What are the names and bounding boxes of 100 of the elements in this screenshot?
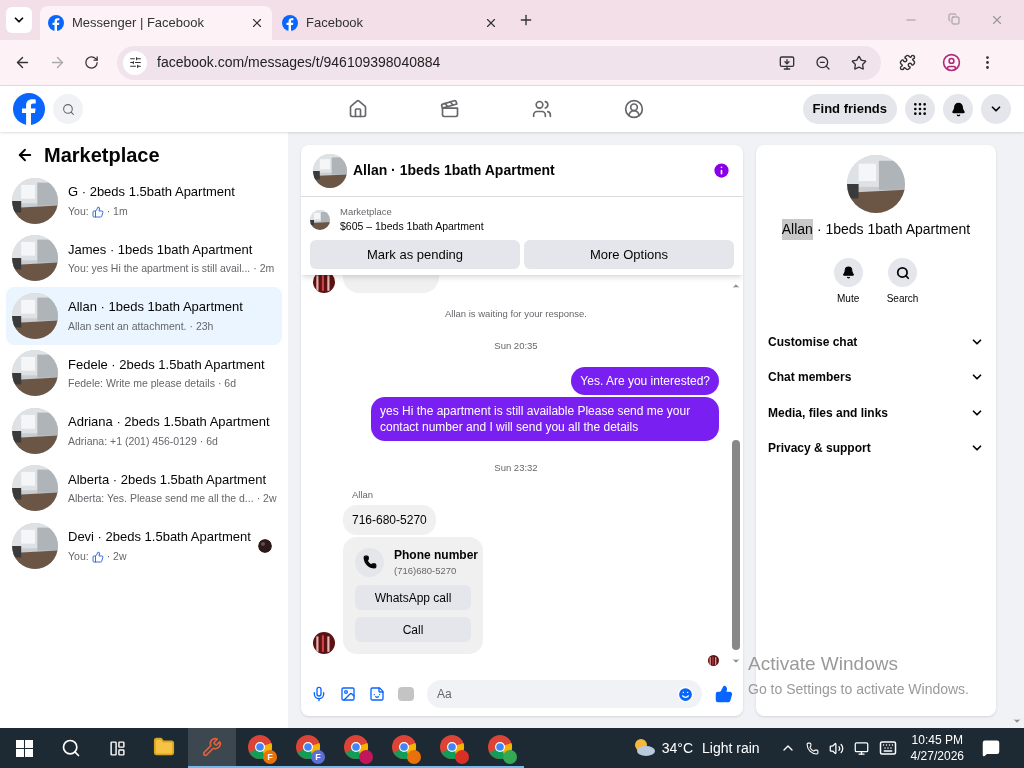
message-preview: You:	[68, 203, 89, 219]
message-time: · 23h	[189, 318, 214, 334]
temperature: 34°C	[661, 738, 693, 758]
section-label: Chat members	[768, 369, 852, 387]
outgoing-message: Yes. Are you interested?	[571, 366, 719, 395]
conversation-item[interactable]: G · 2beds 1.5bath Apartment You: · 1m	[6, 172, 282, 230]
weather-text: Light rain	[702, 738, 760, 758]
back-icon[interactable]	[14, 54, 31, 71]
conversation-title: James · 1beds 1bath Apartment	[68, 240, 254, 259]
grid-icon	[912, 101, 928, 117]
search-icon[interactable]	[61, 738, 81, 758]
card-action-button[interactable]: Call	[355, 617, 471, 643]
close-icon[interactable]	[484, 16, 498, 30]
activation-title: Activate Windows	[748, 652, 899, 676]
back-icon[interactable]	[16, 146, 34, 164]
mute-button[interactable]	[833, 258, 863, 287]
extensions-icon[interactable]	[899, 54, 916, 71]
apps-button[interactable]	[905, 94, 935, 124]
bell-icon	[950, 101, 966, 117]
tab-list-button[interactable]	[6, 7, 32, 33]
groups-icon[interactable]	[624, 99, 644, 119]
bookmark-icon[interactable]	[851, 54, 867, 71]
section-header[interactable]: Chat members	[768, 359, 984, 395]
section-label: Privacy & support	[768, 440, 871, 458]
incoming-message: 716-680-5270	[343, 505, 436, 535]
conversation-item[interactable]: Adriana · 2beds 1.5bath Apartment Adriana: +1 (201) 456-0129 · 6d	[6, 402, 282, 460]
info-icon[interactable]	[712, 161, 731, 180]
listing-button[interactable]: Mark as pending	[310, 240, 520, 269]
section-header[interactable]: Media, files and links	[768, 395, 984, 431]
zoom-icon[interactable]	[815, 54, 831, 71]
phone-link-icon[interactable]	[805, 741, 819, 755]
scroll-down-icon[interactable]	[1012, 716, 1022, 726]
listing-detail: $605 – 1beds 1bath Apartment	[340, 219, 484, 235]
message-time: · 6d	[217, 376, 236, 392]
install-icon[interactable]	[779, 54, 795, 71]
section-label: Media, files and links	[768, 404, 889, 422]
sticker-icon[interactable]	[369, 686, 385, 702]
message-time: · 6d	[199, 433, 218, 449]
address-bar[interactable]: facebook.com/messages/t/946109398040884	[117, 45, 881, 80]
friends-icon[interactable]	[532, 99, 552, 119]
action-label: Search	[886, 292, 919, 306]
thumbs-up-icon	[91, 550, 104, 563]
listing-source: Marketplace	[340, 205, 393, 219]
notice-text: Allan is waiting for your response.	[444, 307, 587, 321]
conversation-item[interactable]: Devi · 2beds 1.5bath Apartment You: · 2w	[6, 517, 282, 575]
contact-name-selected: Allan	[781, 219, 813, 240]
thumbs-up-icon[interactable]	[715, 685, 733, 703]
action-label: Mute	[837, 292, 860, 306]
conversation-title: G · 2beds 1.5bath Apartment	[68, 183, 236, 202]
browser-tab[interactable]: Messenger | Facebook	[40, 6, 272, 40]
task-view-icon[interactable]	[109, 739, 126, 757]
tool-icon	[202, 737, 222, 757]
scroll-down-icon[interactable]	[731, 656, 741, 666]
bell-icon	[841, 266, 855, 279]
listing-button[interactable]: More Options	[524, 240, 734, 269]
card-title: Phone number	[394, 547, 478, 564]
section-header[interactable]: Customise chat	[768, 324, 984, 360]
contact-title: · 1beds 1bath Apartment	[816, 220, 971, 239]
conversation-item[interactable]: James · 1beds 1bath Apartment You: yes Hi the apartment is still avail... · 2m	[6, 229, 282, 287]
card-action-button[interactable]: WhatsApp call	[355, 585, 471, 611]
profile-badge: F	[311, 750, 325, 764]
message-preview: Allan sent an attachment.	[68, 318, 187, 334]
clock-time: 10:45 PM	[911, 732, 963, 748]
outgoing-message: yes Hi the apartment is still available Please send me your contact number and I will send you all the details	[371, 396, 719, 441]
keyboard-icon[interactable]	[878, 739, 897, 757]
profile-icon[interactable]	[942, 53, 961, 72]
conversation-item[interactable]: Alberta · 2beds 1.5bath Apartment Alberta: Yes. Please send me all the d... · 2w	[6, 459, 282, 517]
taskbar-app[interactable]: F	[284, 728, 332, 768]
message-time: · 1m	[106, 203, 128, 219]
site-settings-icon[interactable]	[123, 50, 147, 75]
section-header[interactable]: Privacy & support	[768, 430, 984, 466]
conversation-title: Allan · 1beds 1bath Apartment	[68, 298, 244, 317]
notifications-button[interactable]	[943, 94, 973, 124]
message-preview: Alberta: Yes. Please send me all the d...	[68, 491, 254, 507]
find-friends-button[interactable]: Find friends	[802, 94, 897, 124]
conversation-title: Adriana · 2beds 1.5bath Apartment	[68, 413, 271, 432]
windows-start-icon[interactable]	[16, 739, 33, 757]
scroll-up-icon[interactable]	[731, 281, 741, 291]
reload-icon[interactable]	[84, 55, 99, 70]
message-preview: You:	[68, 548, 89, 564]
facebook-logo-icon[interactable]	[13, 93, 45, 125]
browser-tab[interactable]: Facebook	[274, 6, 506, 40]
search-button[interactable]	[888, 258, 917, 287]
message-time: · 2w	[106, 548, 127, 564]
close-icon[interactable]	[250, 16, 264, 30]
photo-icon[interactable]	[340, 686, 356, 702]
home-icon[interactable]	[348, 99, 368, 119]
taskbar-app[interactable]	[188, 728, 236, 768]
video-icon[interactable]	[440, 99, 460, 119]
notifications-icon[interactable]	[982, 739, 1000, 757]
conversation-item[interactable]: Allan · 1beds 1bath Apartment Allan sent an attachment. · 23h	[6, 287, 282, 345]
conversation-item[interactable]: Fedele · 2beds 1.5bath Apartment Fedele: Write me please details · 6d	[6, 344, 282, 402]
message-field[interactable]: Aa	[427, 680, 702, 708]
microphone-icon[interactable]	[311, 686, 327, 702]
network-icon[interactable]	[853, 740, 869, 756]
volume-icon[interactable]	[828, 740, 844, 756]
timestamp: Sun 23:32	[494, 460, 538, 475]
sender-name: Allan	[352, 487, 375, 502]
account-button[interactable]	[981, 94, 1011, 124]
new-tab-icon[interactable]	[518, 12, 534, 28]
